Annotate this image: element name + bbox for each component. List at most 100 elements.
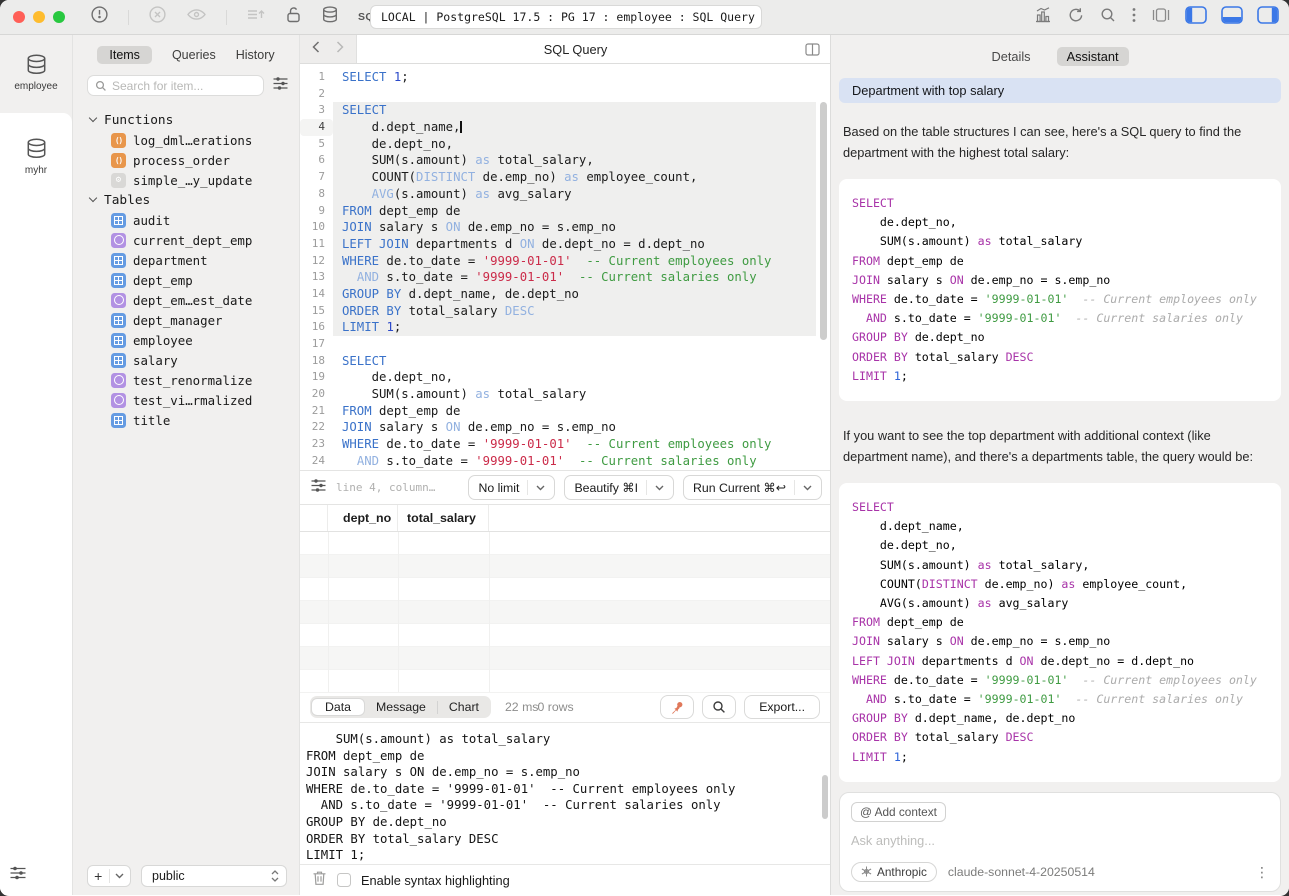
connection-icon[interactable] <box>90 5 109 29</box>
editor-line-1[interactable]: 1SELECT 1; <box>300 69 830 86</box>
provider-pill[interactable]: Anthropic <box>851 862 937 882</box>
column-header-dept-no[interactable]: dept_no <box>328 505 398 531</box>
tab-message[interactable]: Message <box>365 698 437 716</box>
editor-line-10[interactable]: 10JOIN salary s ON de.emp_no = s.emp_no <box>300 219 830 236</box>
editor-settings-icon[interactable] <box>310 478 327 498</box>
table-row[interactable] <box>300 624 830 647</box>
search-icon[interactable] <box>1099 6 1117 29</box>
export-button[interactable]: Export... <box>744 695 820 719</box>
editor-line-20[interactable]: 20 SUM(s.amount) as total_salary <box>300 386 830 403</box>
message-panel[interactable]: SUM(s.amount) as total_salaryFROM dept_e… <box>300 722 830 864</box>
layout-icon[interactable] <box>1151 6 1171 29</box>
sidebar-item-current-dept-emp[interactable]: current_dept_emp <box>73 230 299 250</box>
minimize-window-button[interactable] <box>33 11 45 23</box>
sidebar-item-process-order[interactable]: ()process_order <box>73 150 299 170</box>
editor-line-15[interactable]: 15ORDER BY total_salary DESC <box>300 303 830 320</box>
editor-tab-title[interactable]: SQL Query <box>357 35 794 63</box>
editor-line-21[interactable]: 21FROM dept_emp de <box>300 403 830 420</box>
table-row[interactable] <box>300 532 830 555</box>
tab-details[interactable]: Details <box>991 49 1030 64</box>
sidebar-item-test-vi-rmalized[interactable]: test_vi…rmalized <box>73 390 299 410</box>
schema-select[interactable]: public <box>141 865 287 887</box>
split-view-icon[interactable] <box>794 35 830 63</box>
tab-history[interactable]: History <box>236 48 275 62</box>
zoom-window-button[interactable] <box>53 11 65 23</box>
beautify-dropdown[interactable]: Beautify ⌘I <box>564 475 674 500</box>
editor-line-17[interactable]: 17 <box>300 336 830 353</box>
column-header-total-salary[interactable]: total_salary <box>398 505 489 531</box>
close-window-button[interactable] <box>13 11 25 23</box>
more-icon[interactable] <box>1131 6 1137 29</box>
editor-line-16[interactable]: 16LIMIT 1; <box>300 319 830 336</box>
message-scrollbar[interactable] <box>822 775 828 819</box>
sidebar-item-employee[interactable]: employee <box>73 330 299 350</box>
assistant-input-card[interactable]: @ Add context Ask anything... Anthropic … <box>839 792 1281 892</box>
editor-line-9[interactable]: 9FROM dept_emp de <box>300 203 830 220</box>
table-row[interactable] <box>300 647 830 670</box>
back-icon[interactable] <box>312 40 320 58</box>
sidebar-group-functions[interactable]: Functions <box>73 110 299 130</box>
limit-dropdown[interactable]: No limit <box>468 475 555 500</box>
connection-employee[interactable]: employee <box>0 35 72 113</box>
sql-editor[interactable]: 1SELECT 1;23SELECT4 d.dept_name,5 de.dep… <box>300 64 830 470</box>
toggle-left-panel-icon[interactable] <box>1185 6 1207 29</box>
editor-line-24[interactable]: 24 AND s.to_date = '9999-01-01' -- Curre… <box>300 453 830 470</box>
database-icon[interactable] <box>321 5 339 29</box>
table-row[interactable] <box>300 670 830 693</box>
disconnect-icon[interactable] <box>148 5 167 29</box>
search-results-button[interactable] <box>702 695 736 719</box>
sidebar-item-dept-em-est-date[interactable]: dept_em…est_date <box>73 290 299 310</box>
tab-data[interactable]: Data <box>311 698 365 716</box>
editor-line-8[interactable]: 8 AVG(s.amount) as avg_salary <box>300 186 830 203</box>
sidebar-item-audit[interactable]: audit <box>73 210 299 230</box>
table-row[interactable] <box>300 601 830 624</box>
tab-queries[interactable]: Queries <box>172 48 216 62</box>
assistant-code-block[interactable]: SELECT d.dept_name, de.dept_no, SUM(s.am… <box>839 483 1281 782</box>
conversation-title-banner[interactable]: Department with top salary <box>839 78 1281 103</box>
syntax-highlighting-checkbox[interactable] <box>337 873 351 887</box>
sidebar-item-dept-manager[interactable]: dept_manager <box>73 310 299 330</box>
editor-line-14[interactable]: 14GROUP BY d.dept_name, de.dept_no <box>300 286 830 303</box>
assistant-code-block[interactable]: SELECT de.dept_no, SUM(s.amount) as tota… <box>839 179 1281 401</box>
queue-icon[interactable] <box>246 6 266 28</box>
refresh-icon[interactable] <box>1067 6 1085 29</box>
editor-line-6[interactable]: 6 SUM(s.amount) as total_salary, <box>300 152 830 169</box>
tab-assistant[interactable]: Assistant <box>1057 47 1129 66</box>
sidebar-item-department[interactable]: department <box>73 250 299 270</box>
editor-scrollbar[interactable] <box>820 102 827 340</box>
sidebar-item-simple-y-update[interactable]: ⚙simple_…y_update <box>73 170 299 190</box>
editor-line-18[interactable]: 18SELECT <box>300 353 830 370</box>
window-title-field[interactable]: LOCAL | PostgreSQL 17.5 : PG 17 : employ… <box>370 5 762 29</box>
sidebar-item-log-dml-erations[interactable]: ()log_dml…erations <box>73 130 299 150</box>
editor-line-23[interactable]: 23WHERE de.to_date = '9999-01-01' -- Cur… <box>300 436 830 453</box>
filter-items-icon[interactable] <box>272 76 289 96</box>
tab-chart[interactable]: Chart <box>438 698 490 716</box>
assistant-more-icon[interactable]: ⋮ <box>1255 865 1269 879</box>
tab-items[interactable]: Items <box>97 46 152 64</box>
editor-line-4[interactable]: 4 d.dept_name, <box>300 119 830 136</box>
run-current-dropdown[interactable]: Run Current ⌘↩ <box>683 475 822 500</box>
editor-line-7[interactable]: 7 COUNT(DISTINCT de.emp_no) as employee_… <box>300 169 830 186</box>
table-row[interactable] <box>300 555 830 578</box>
table-row[interactable] <box>300 578 830 601</box>
sidebar-group-tables[interactable]: Tables <box>73 190 299 210</box>
search-input[interactable]: Search for item... <box>87 75 264 96</box>
sidebar-item-title[interactable]: title <box>73 410 299 430</box>
editor-line-11[interactable]: 11LEFT JOIN departments d ON de.dept_no … <box>300 236 830 253</box>
toggle-right-panel-icon[interactable] <box>1257 6 1279 29</box>
editor-line-12[interactable]: 12WHERE de.to_date = '9999-01-01' -- Cur… <box>300 253 830 270</box>
add-context-chip[interactable]: @ Add context <box>851 802 946 822</box>
connection-myhr[interactable]: myhr <box>24 113 49 176</box>
ask-anything-placeholder[interactable]: Ask anything... <box>851 833 1269 848</box>
pin-button[interactable] <box>660 695 694 719</box>
sidebar-item-dept-emp[interactable]: dept_emp <box>73 270 299 290</box>
rail-settings-button[interactable] <box>9 865 27 886</box>
add-item-button[interactable]: + <box>87 865 131 887</box>
editor-line-5[interactable]: 5 de.dept_no, <box>300 136 830 153</box>
toggle-bottom-panel-icon[interactable] <box>1221 6 1243 29</box>
trash-icon[interactable] <box>312 870 327 891</box>
sidebar-item-salary[interactable]: salary <box>73 350 299 370</box>
editor-line-13[interactable]: 13 AND s.to_date = '9999-01-01' -- Curre… <box>300 269 830 286</box>
model-name[interactable]: claude-sonnet-4-20250514 <box>948 865 1095 879</box>
editor-line-3[interactable]: 3SELECT <box>300 102 830 119</box>
